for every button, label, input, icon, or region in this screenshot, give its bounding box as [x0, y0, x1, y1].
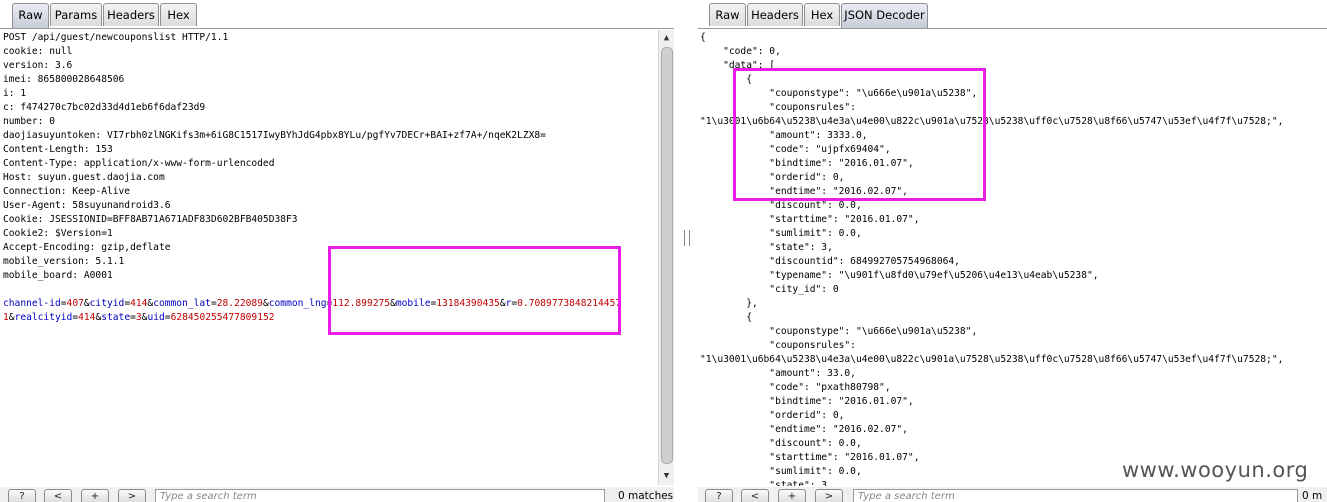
pane-divider[interactable] — [674, 0, 698, 502]
divider-grip-icon[interactable] — [684, 230, 690, 246]
scroll-thumb[interactable] — [661, 47, 673, 464]
tab-raw[interactable]: Raw — [12, 3, 49, 28]
request-line: version: 3.6 — [3, 60, 73, 71]
request-search-bar: ? < + > Type a search term 0 matches — [0, 487, 674, 502]
json-line: }, — [700, 298, 758, 309]
scroll-down-arrow-icon[interactable]: ▼ — [660, 470, 673, 483]
param-name: common_lat — [153, 298, 211, 309]
match-count: 0 m — [1302, 490, 1323, 502]
param-name: uid — [147, 312, 165, 323]
json-line: "starttime": "2016.01.07", — [700, 452, 920, 463]
json-line: "1\u3001\u6b64\u5238\u4e3a\u4e00\u822c\u… — [700, 354, 1284, 365]
json-line: "code": 0, — [700, 46, 781, 57]
param-name: state — [101, 312, 131, 323]
json-line: "discount": 0.0, — [700, 200, 862, 211]
tab-params[interactable]: Params — [50, 3, 102, 26]
tab-json-decoder[interactable]: JSON Decoder — [841, 3, 928, 28]
previous-button[interactable]: < — [44, 489, 72, 502]
response-search-bar: ? < + > Type a search term 0 m — [698, 487, 1327, 502]
json-line: "code": "pxath80798", — [700, 382, 891, 393]
tab-hex[interactable]: Hex — [160, 3, 197, 26]
param-value: 414 — [130, 298, 148, 309]
next-button[interactable]: > — [815, 489, 843, 502]
search-input[interactable]: Type a search term — [853, 489, 1298, 502]
request-line: Cookie2: $Version=1 — [3, 228, 113, 239]
request-line: Connection: Keep-Alive — [3, 186, 131, 197]
help-button[interactable]: ? — [705, 489, 733, 502]
param-name: channel-id — [3, 298, 61, 309]
tab-hex[interactable]: Hex — [804, 3, 840, 26]
request-line: Content-Length: 153 — [3, 144, 113, 155]
param-value: 414 — [78, 312, 96, 323]
json-line: "discountid": 684992705754968064, — [700, 256, 960, 267]
request-line: mobile_board: A0001 — [3, 270, 113, 281]
request-tab-bar: Raw Params Headers Hex — [0, 0, 674, 29]
request-line: cookie: null — [3, 46, 73, 57]
json-line: "couponsrules": — [700, 340, 856, 351]
json-line: { — [700, 32, 706, 43]
previous-button[interactable]: < — [741, 489, 769, 502]
param-name: common_lng — [268, 298, 327, 309]
json-line: { — [700, 312, 752, 323]
highlight-box-request-params — [328, 246, 621, 335]
help-button[interactable]: ? — [8, 489, 36, 502]
json-line: "couponstype": "\u666e\u901a\u5238", — [700, 326, 978, 337]
search-input[interactable]: Type a search term — [155, 489, 605, 502]
param-value: 628450255477809152 — [170, 312, 275, 323]
json-line: "state": 3, — [700, 242, 833, 253]
json-line: "sumlimit": 0.0, — [700, 466, 862, 477]
request-line: Cookie: JSESSIONID=BFF8AB71A671ADF83D602… — [3, 214, 298, 225]
param-value: 407 — [66, 298, 84, 309]
request-line: mobile_version: 5.1.1 — [3, 256, 125, 267]
request-line: i: 1 — [3, 88, 27, 99]
request-line: Accept-Encoding: gzip,deflate — [3, 242, 171, 253]
match-count: 0 matches — [618, 490, 674, 502]
json-line: "orderid": 0, — [700, 410, 845, 421]
add-button[interactable]: + — [81, 489, 109, 502]
request-line: POST /api/guest/newcouponslist HTTP/1.1 — [3, 32, 229, 43]
json-line: "typename": "\u901f\u8fd0\u79ef\u5206\u4… — [700, 270, 1099, 281]
next-button[interactable]: > — [118, 489, 146, 502]
add-button[interactable]: + — [778, 489, 806, 502]
highlight-box-coupon-fields — [733, 68, 986, 201]
response-tab-bar: Raw Headers Hex JSON Decoder — [698, 0, 1327, 29]
json-line: "city_id": 0 — [700, 284, 839, 295]
watermark: www.wooyun.org — [1122, 458, 1309, 482]
json-line: "sumlimit": 0.0, — [700, 228, 862, 239]
json-line: "amount": 33.0, — [700, 368, 856, 379]
json-line: "starttime": "2016.01.07", — [700, 214, 920, 225]
request-line: Host: suyun.guest.daojia.com — [3, 172, 165, 183]
param-name: realcityid — [14, 312, 73, 323]
tab-raw[interactable]: Raw — [709, 3, 746, 26]
request-line: c: f474270c7bc02d33d4d1eb6f6daf23d9 — [3, 102, 206, 113]
request-line: imei: 865800028648506 — [3, 74, 125, 85]
request-scrollbar[interactable]: ▲ ▼ — [658, 30, 674, 485]
json-line: "state": 3 — [700, 480, 828, 486]
json-line: "discount": 0.0, — [700, 438, 862, 449]
tab-headers[interactable]: Headers — [747, 3, 803, 26]
request-line: number: 0 — [3, 116, 55, 127]
tab-headers[interactable]: Headers — [103, 3, 159, 26]
json-line: "bindtime": "2016.01.07", — [700, 396, 914, 407]
param-value: 28.22089 — [216, 298, 263, 309]
request-line: daojiasuyuntoken: VI7rbh0zlNGKifs3m+6iG8… — [3, 130, 546, 141]
json-line: "endtime": "2016.02.07", — [700, 424, 908, 435]
request-line: User-Agent: 58suyunandroid3.6 — [3, 200, 171, 211]
request-line: Content-Type: application/x-www-form-url… — [3, 158, 275, 169]
scroll-up-arrow-icon[interactable]: ▲ — [660, 32, 673, 45]
param-name: cityid — [89, 298, 125, 309]
request-body-line-2: 1&realcityid=414&state=3&uid=62845025547… — [3, 311, 275, 325]
